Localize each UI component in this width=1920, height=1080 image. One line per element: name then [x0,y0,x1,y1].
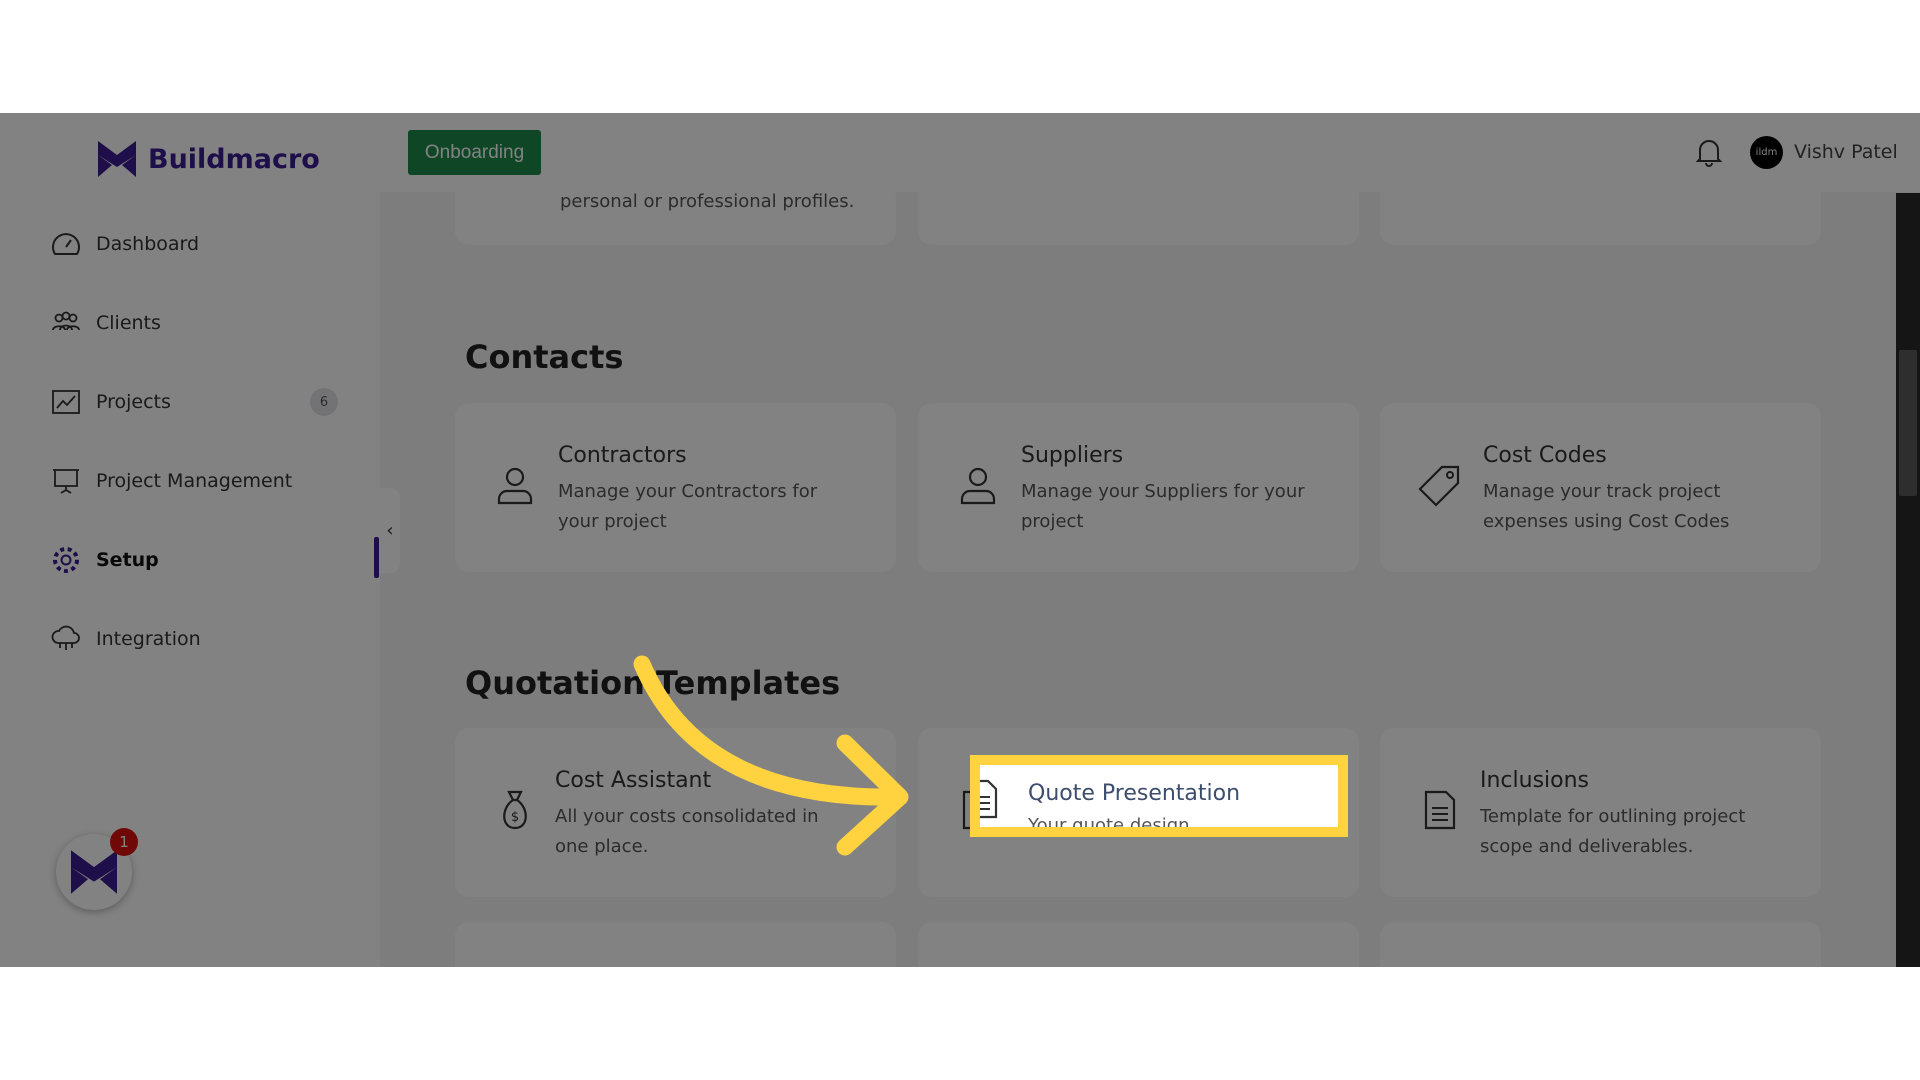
pointer-arrow [633,655,909,856]
